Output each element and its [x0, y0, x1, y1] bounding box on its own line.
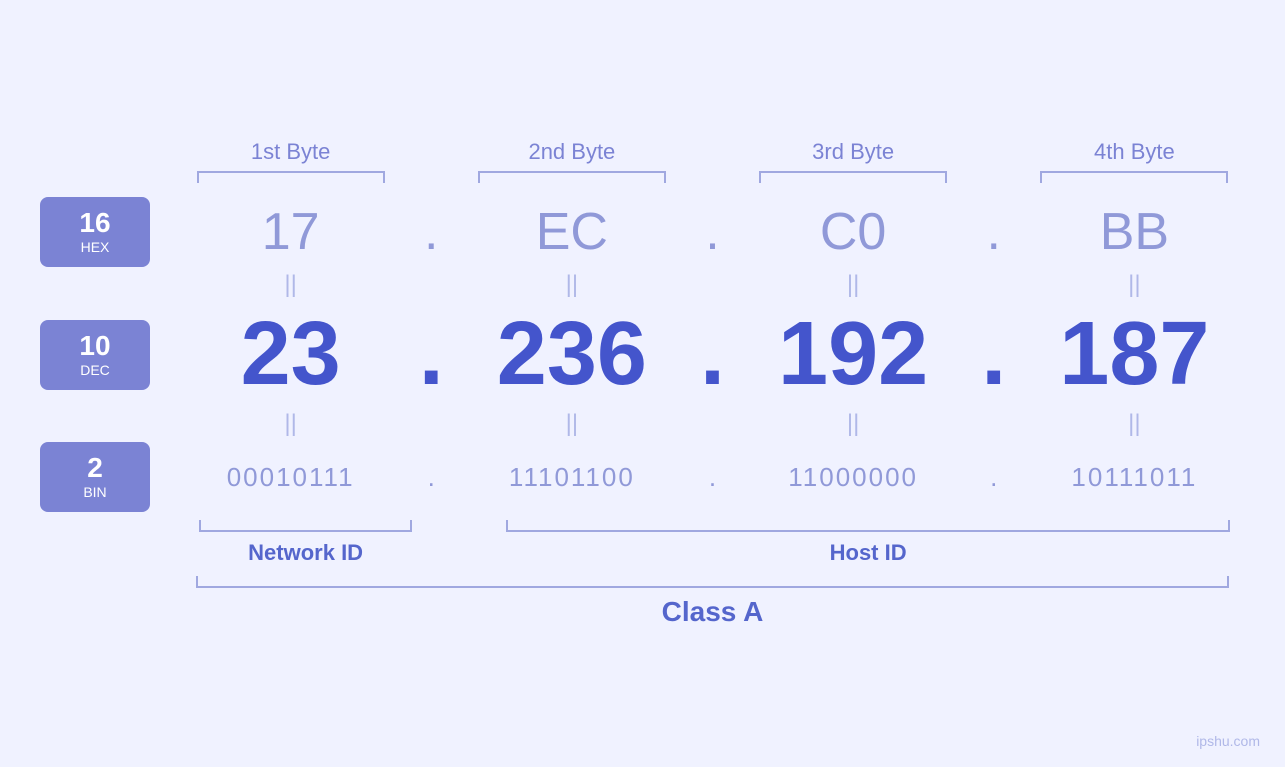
dot-dec-1: .	[419, 303, 444, 406]
bin-base-number: 2	[87, 454, 103, 482]
dec-base-number: 10	[79, 332, 110, 360]
hex-badge: 16 HEX	[40, 197, 150, 267]
hex-base-label: HEX	[81, 239, 110, 255]
hex-b1: 17	[262, 202, 320, 262]
network-id-bracket	[199, 520, 413, 532]
eq7: ||	[847, 410, 859, 438]
eq2: ||	[566, 271, 578, 299]
bin-b4: 10111011	[1071, 462, 1197, 493]
class-bracket	[196, 576, 1229, 588]
dot-hex-3: .	[987, 202, 1001, 262]
hex-base-number: 16	[79, 209, 110, 237]
byte1-top-bracket	[197, 171, 385, 183]
dot-dec-3: .	[981, 303, 1006, 406]
dec-b3: 192	[778, 303, 928, 406]
dec-b2: 236	[497, 303, 647, 406]
class-label: Class A	[662, 596, 764, 628]
bin-base-label: BIN	[83, 484, 106, 500]
eq4: ||	[1128, 271, 1140, 299]
dot-dec-2: .	[700, 303, 725, 406]
dot-hex-1: .	[424, 202, 438, 262]
dot-hex-2: .	[705, 202, 719, 262]
host-id-bracket	[506, 520, 1230, 532]
eq5: ||	[284, 410, 296, 438]
dot-bin-2: .	[709, 462, 716, 493]
hex-b2: EC	[536, 202, 608, 262]
bin-badge: 2 BIN	[40, 442, 150, 512]
eq8: ||	[1128, 410, 1140, 438]
byte3-top-bracket	[759, 171, 947, 183]
dot-bin-1: .	[428, 462, 435, 493]
bin-b1: 00010111	[227, 462, 355, 493]
byte2-top-bracket	[478, 171, 666, 183]
dec-base-label: DEC	[80, 362, 110, 378]
watermark: ipshu.com	[1196, 733, 1260, 749]
dec-b1: 23	[241, 303, 341, 406]
eq6: ||	[566, 410, 578, 438]
hex-b4: BB	[1100, 202, 1169, 262]
byte1-label: 1st Byte	[251, 139, 330, 165]
byte4-top-bracket	[1040, 171, 1228, 183]
byte4-label: 4th Byte	[1094, 139, 1175, 165]
byte3-label: 3rd Byte	[812, 139, 894, 165]
hex-b3: C0	[820, 202, 886, 262]
dec-badge: 10 DEC	[40, 320, 150, 390]
byte2-label: 2nd Byte	[528, 139, 615, 165]
network-id-label: Network ID	[248, 540, 363, 566]
bin-b3: 11000000	[788, 462, 918, 493]
dec-b4: 187	[1059, 303, 1209, 406]
eq1: ||	[284, 271, 296, 299]
dot-bin-3: .	[990, 462, 997, 493]
eq3: ||	[847, 271, 859, 299]
host-id-label: Host ID	[830, 540, 907, 566]
bin-b2: 11101100	[509, 462, 635, 493]
